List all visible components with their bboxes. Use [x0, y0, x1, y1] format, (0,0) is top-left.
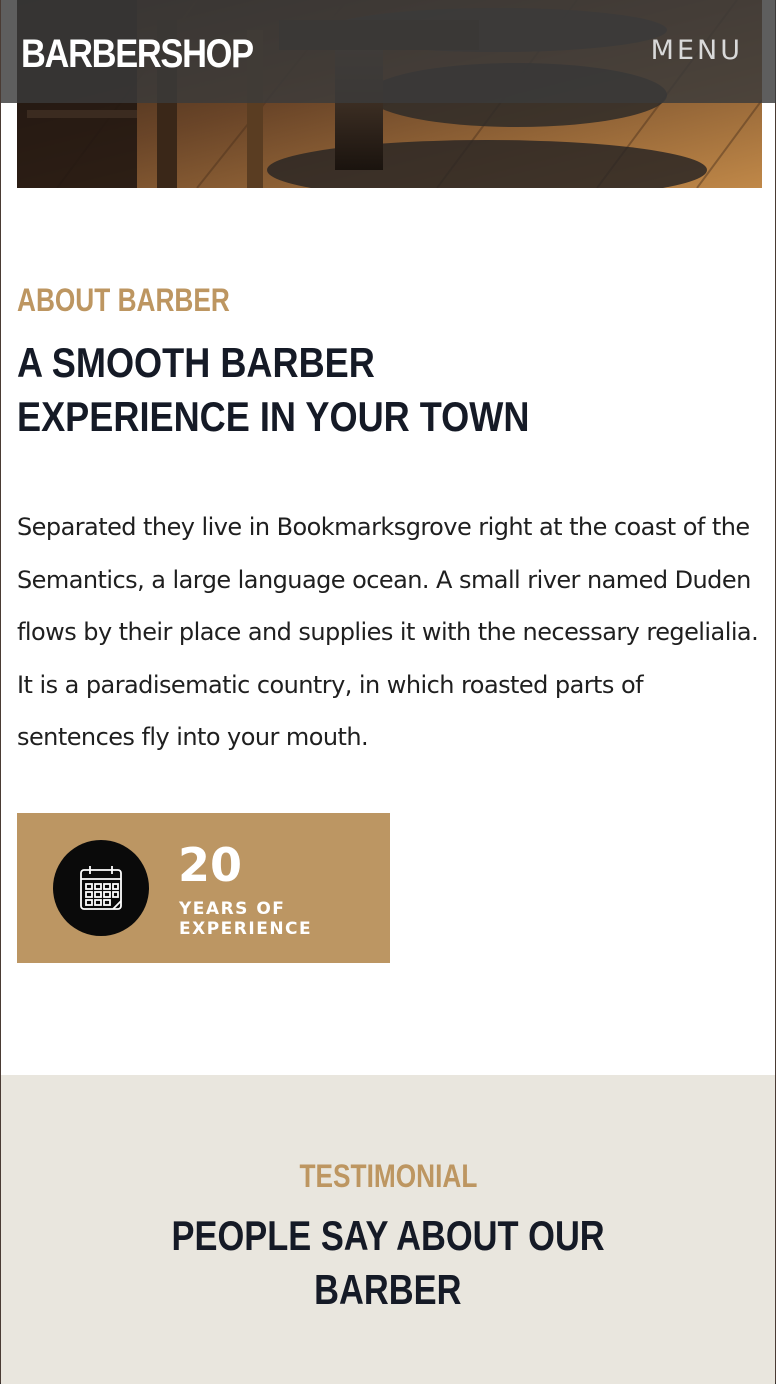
about-title: A SMOOTH BARBER EXPERIENCE IN YOUR TOWN: [17, 336, 529, 444]
testimonial-title: PEOPLE SAY ABOUT OUR BARBER: [1, 1209, 775, 1317]
testimonial-title-line1: PEOPLE SAY ABOUT OUR: [171, 1212, 605, 1259]
about-eyebrow: ABOUT BARBER: [17, 282, 230, 318]
testimonial-eyebrow: TESTIMONIAL: [1, 1158, 775, 1194]
about-description: Separated they live in Bookmarksgrove ri…: [17, 513, 759, 751]
calendar-icon: [80, 866, 122, 910]
about-title-line2: EXPERIENCE IN YOUR TOWN: [17, 393, 530, 440]
about-title-line1: A SMOOTH BARBER: [17, 339, 375, 386]
experience-years-number: 20: [178, 838, 243, 892]
experience-label-line2: EXPERIENCE: [179, 919, 313, 939]
testimonial-section: TESTIMONIAL PEOPLE SAY ABOUT OUR BARBER: [1, 1075, 775, 1384]
testimonial-title-line2: BARBER: [314, 1266, 462, 1313]
testimonial-eyebrow-text: TESTIMONIAL: [299, 1158, 477, 1194]
experience-label-line1: YEARS OF: [179, 899, 286, 919]
experience-label: YEARS OF EXPERIENCE: [179, 899, 379, 939]
top-navbar: BARBERSHOP MENU: [1, 0, 776, 103]
brand-logo[interactable]: BARBERSHOP: [21, 30, 254, 78]
experience-card: 20 YEARS OF EXPERIENCE: [17, 813, 390, 963]
menu-button[interactable]: MENU: [651, 35, 743, 67]
experience-icon-circle: [53, 840, 149, 936]
